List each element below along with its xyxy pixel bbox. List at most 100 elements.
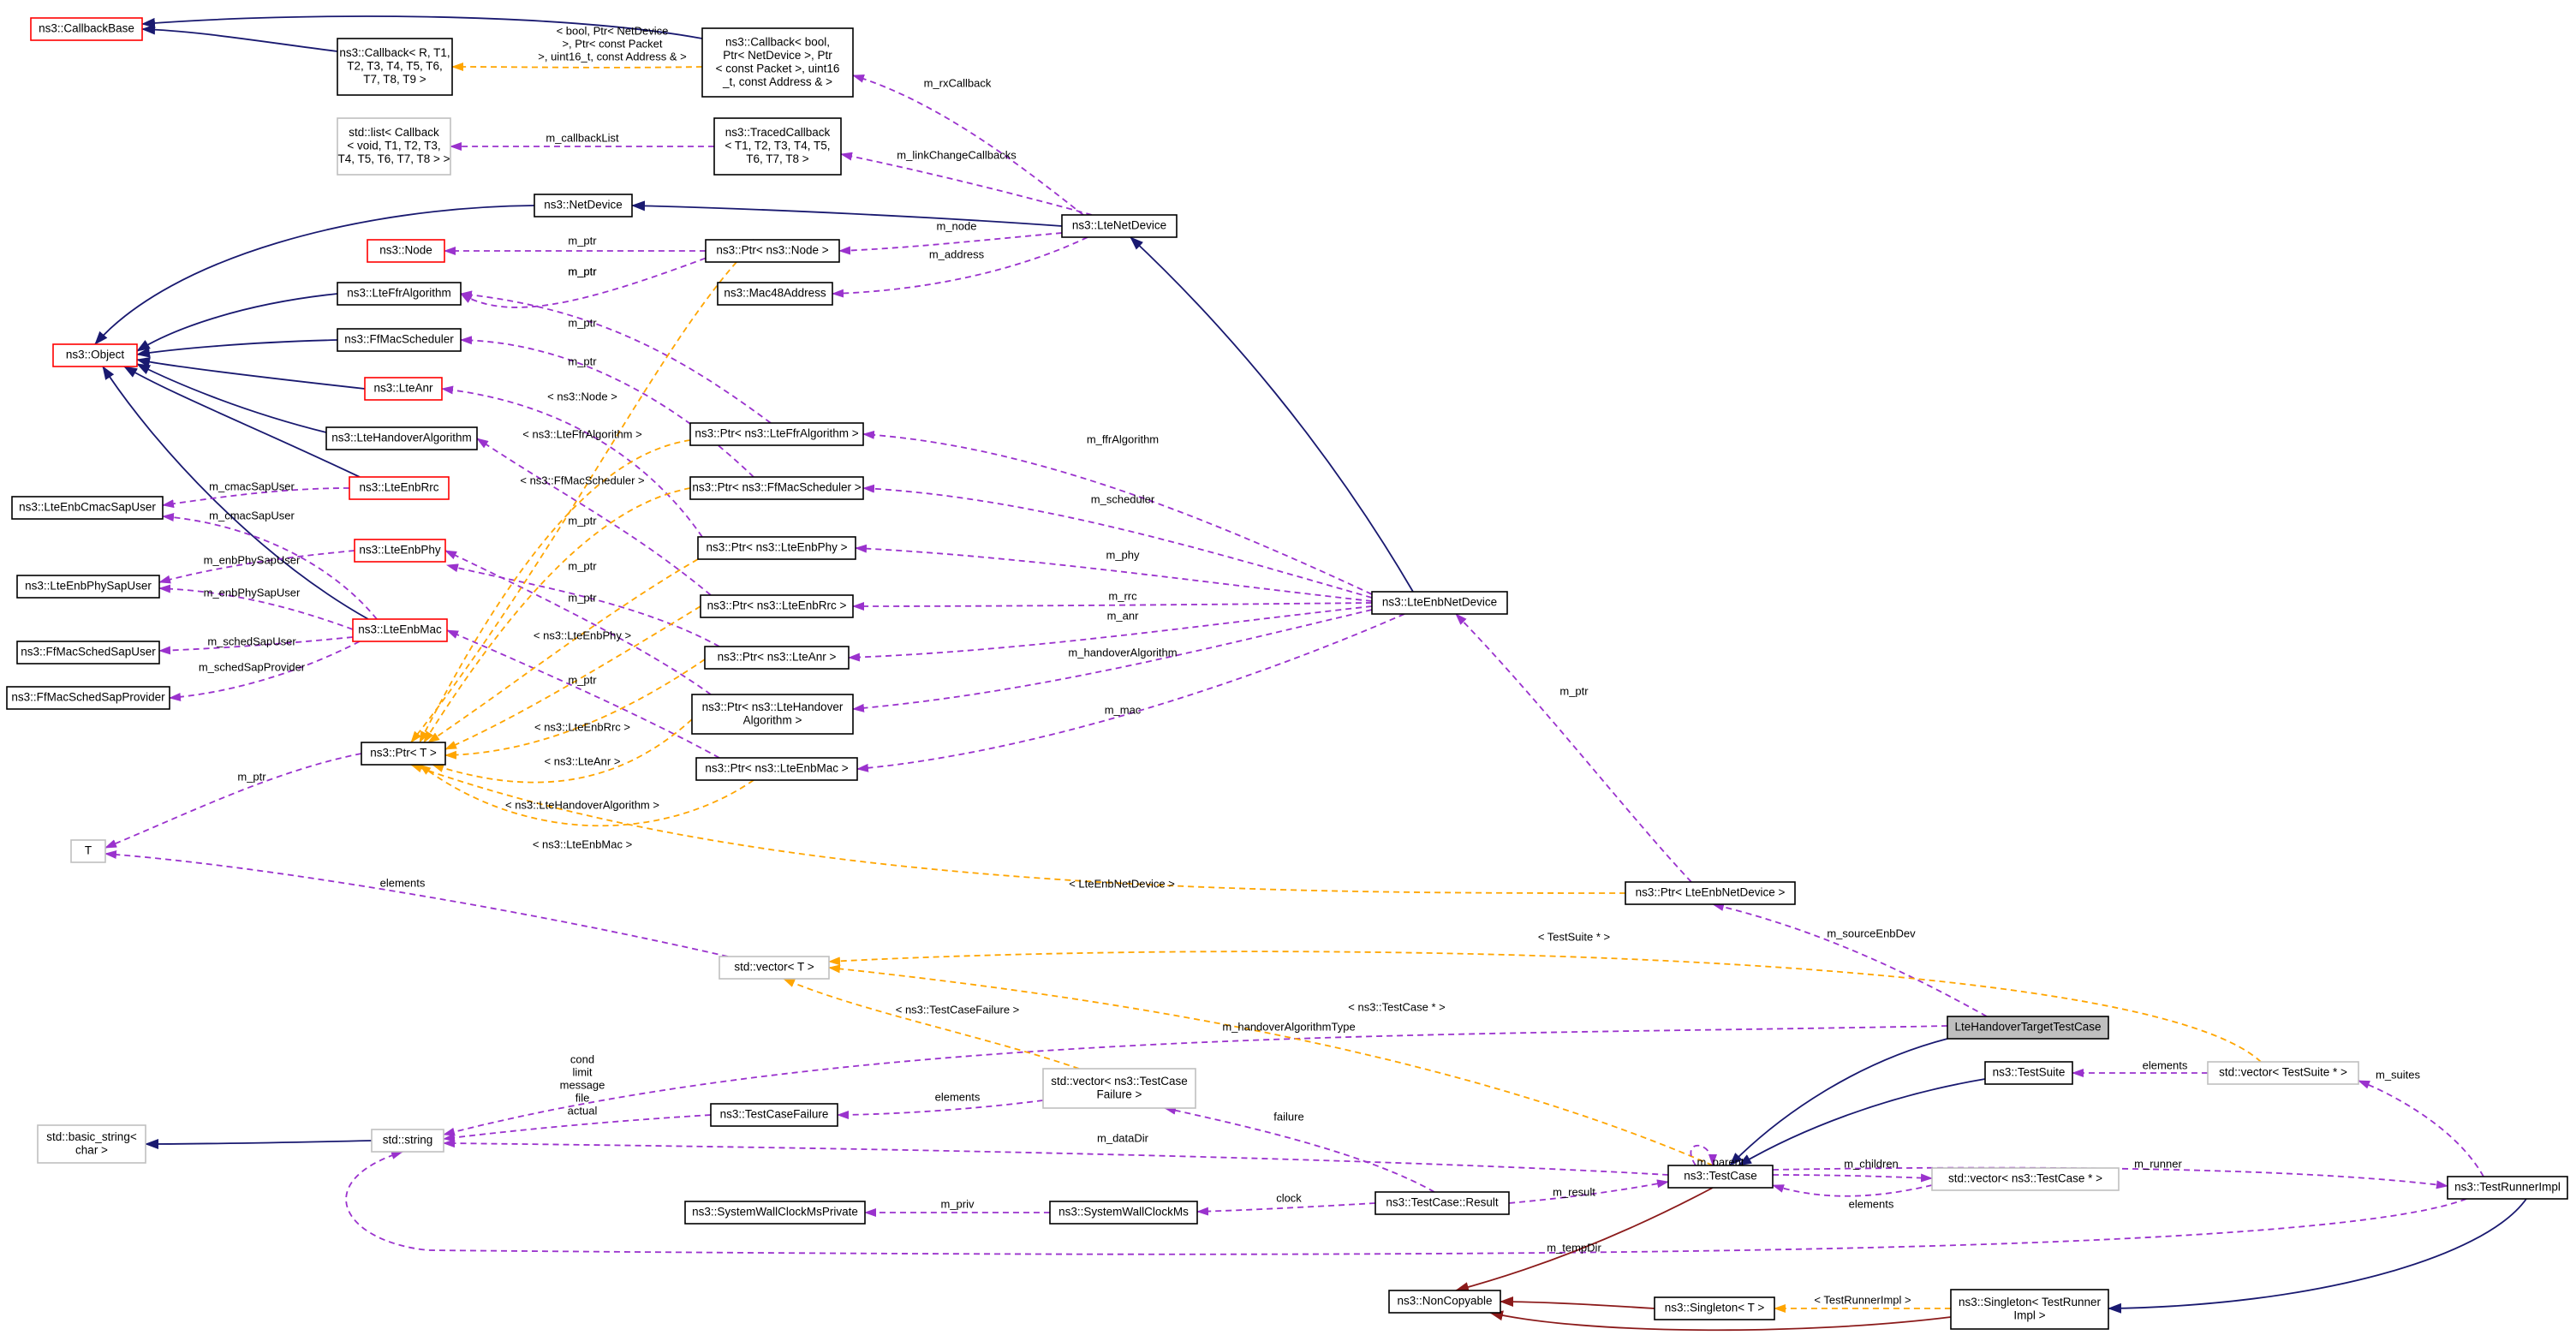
class-node-stdlist-callback[interactable]: std::list< Callback< void, T1, T2, T3,T4… (337, 117, 451, 176)
edge-label-mac-tpl: < ns3::LteEnbMac > (533, 837, 632, 850)
class-node-testcasefailure[interactable]: ns3::TestCaseFailure (710, 1103, 838, 1127)
class-node-ptr-phy[interactable]: ns3::Ptr< ns3::LteEnbPhy > (697, 536, 856, 560)
class-node-stdvector-testsuite[interactable]: std::vector< TestSuite * > (2207, 1061, 2359, 1085)
class-node-lteenbphy[interactable]: ns3::LteEnbPhy (354, 539, 446, 563)
edge-e58 (1738, 1078, 1986, 1166)
class-node-lteanr[interactable]: ns3::LteAnr (364, 377, 443, 401)
edge-e10 (832, 236, 1088, 298)
edge-e43 (427, 558, 699, 743)
class-node-singleton-runner[interactable]: ns3::Singleton< TestRunnerImpl > (1950, 1289, 2109, 1330)
class-name-text: ns3::FfMacSchedSapProvider (11, 691, 165, 704)
class-name-text: ns3::Ptr< ns3::Node > (716, 244, 828, 257)
class-node-callbackbase[interactable]: ns3::CallbackBase (30, 17, 143, 41)
edge-label-m-node: m_node (937, 219, 977, 232)
edge-e3 (451, 63, 703, 72)
class-node-ltenetdevice[interactable]: ns3::LteNetDevice (1061, 214, 1178, 238)
edge-label-elements: elements (2143, 1058, 2188, 1071)
class-node-ptr-rrc[interactable]: ns3::Ptr< ns3::LteEnbRrc > (700, 594, 854, 618)
class-node-ffmacsched[interactable]: ns3::FfMacScheduler (337, 328, 462, 352)
class-node-lteenbmac[interactable]: ns3::LteEnbMac (352, 618, 448, 642)
class-node-testsuite[interactable]: ns3::TestSuite (1984, 1061, 2073, 1085)
edge-label-m-enbPhySapUser: m_enbPhySapUser (204, 553, 301, 566)
class-node-stdvector-testcase[interactable]: std::vector< ns3::TestCase * > (1931, 1167, 2120, 1191)
class-name-text: T2, T3, T4, T5, T6, (347, 60, 443, 73)
edge-label-elements: elements (380, 876, 426, 889)
class-node-cmacsapuser[interactable]: ns3::LteEnbCmacSapUser (11, 496, 164, 520)
class-node-mac48[interactable]: ns3::Mac48Address (717, 282, 833, 306)
edge-label-string-fields: file (575, 1091, 590, 1104)
class-node-callback-generic[interactable]: ns3::Callback< R, T1,T2, T3, T4, T5, T6,… (337, 38, 453, 96)
class-name-text: ns3::Ptr< ns3::LteFfrAlgorithm > (695, 427, 858, 440)
class-node-ptr-sched[interactable]: ns3::Ptr< ns3::FfMacScheduler > (689, 476, 864, 500)
edge-label-m-runner: m_runner (2134, 1157, 2182, 1170)
edge-label-m-ptr: m_ptr (568, 559, 597, 572)
class-name-text: ns3::Callback< bool, (725, 35, 830, 48)
class-node-ptr-handover[interactable]: ns3::Ptr< ns3::LteHandoverAlgorithm > (691, 694, 854, 735)
edge-label-runner-tpl: < TestRunnerImpl > (1814, 1293, 1911, 1306)
edge-e33 (460, 290, 772, 424)
edge-e56 (828, 964, 1714, 1166)
class-name-text: T7, T8, T9 > (363, 73, 426, 86)
class-node-stdvector-t[interactable]: std::vector< T > (719, 956, 830, 980)
class-node-ffschedsapprov[interactable]: ns3::FfMacSchedSapProvider (6, 686, 170, 710)
class-node-ptr-node[interactable]: ns3::Ptr< ns3::Node > (705, 239, 840, 263)
edge-label-string-fields: message (560, 1078, 605, 1091)
edge-label-m-suites: m_suites (2376, 1068, 2421, 1081)
edge-label-m-sourceEnbDev: m_sourceEnbDev (1827, 927, 1916, 939)
edge-e15 (136, 363, 327, 433)
class-node-ptr-lteenbnetdevice[interactable]: ns3::Ptr< LteEnbNetDevice > (1625, 881, 1796, 905)
edge-e52 (1712, 903, 1988, 1017)
class-node-t[interactable]: T (70, 839, 106, 863)
edge-label-m-address: m_address (929, 247, 985, 260)
class-name-text: Algorithm > (743, 713, 802, 726)
class-node-ptr-mac[interactable]: ns3::Ptr< ns3::LteEnbMac > (695, 757, 858, 781)
class-name-text: ns3::LteEnbCmacSapUser (19, 501, 156, 514)
class-name-text: std::vector< T > (734, 961, 814, 974)
class-node-callback-rx[interactable]: ns3::Callback< bool,Ptr< NetDevice >, Pt… (701, 27, 854, 98)
class-node-testrunnerimpl[interactable]: ns3::TestRunnerImpl (2447, 1176, 2568, 1200)
class-node-ptr-t[interactable]: ns3::Ptr< T > (361, 742, 446, 766)
class-node-lteenbrrc[interactable]: ns3::LteEnbRrc (349, 476, 450, 500)
class-name-text: ns3::LteAnr (373, 382, 433, 395)
class-name-text: std::list< Callback (349, 126, 439, 139)
class-node-target[interactable]: LteHandoverTargetTestCase (1947, 1016, 2109, 1040)
class-node-object[interactable]: ns3::Object (52, 343, 138, 367)
class-node-lteenbnetdevice[interactable]: ns3::LteEnbNetDevice (1371, 591, 1508, 615)
class-node-testcase-result[interactable]: ns3::TestCase::Result (1374, 1191, 1510, 1215)
class-node-swcm[interactable]: ns3::SystemWallClockMs (1049, 1201, 1198, 1225)
class-name-text: ns3::TestCase (1684, 1170, 1757, 1183)
class-node-node[interactable]: ns3::Node (367, 239, 445, 263)
class-name-text: ns3::Mac48Address (724, 287, 826, 300)
edge-e6 (840, 152, 1093, 216)
class-node-ltehandover[interactable]: ns3::LteHandoverAlgorithm (325, 426, 478, 450)
class-node-lteffr[interactable]: ns3::LteFfrAlgorithm (337, 282, 462, 306)
class-node-netdevice[interactable]: ns3::NetDevice (534, 194, 633, 218)
class-node-ptr-ffr[interactable]: ns3::Ptr< ns3::LteFfrAlgorithm > (689, 422, 864, 446)
class-node-swcmprivate[interactable]: ns3::SystemWallClockMsPrivate (684, 1201, 866, 1225)
class-name-text: ns3::LteFfrAlgorithm (347, 287, 451, 300)
edge-label-enbdev-tpl: < LteEnbNetDevice > (1069, 877, 1175, 890)
edge-e27 (852, 601, 1373, 611)
class-node-basic-string[interactable]: std::basic_string<char > (37, 1124, 146, 1164)
class-name-text: std::string (383, 1134, 433, 1147)
class-node-ptr-anr[interactable]: ns3::Ptr< ns3::LteAnr > (704, 646, 850, 670)
edge-e24 (862, 430, 1373, 595)
class-node-physapuser[interactable]: ns3::LteEnbPhySapUser (16, 575, 160, 599)
class-name-text: T6, T7, T8 > (746, 152, 809, 165)
class-name-text: < T1, T2, T3, T4, T5, (725, 140, 831, 152)
class-name-text: T (85, 844, 92, 857)
edge-label-testcase-tpl: < ns3::TestCase * > (1348, 1000, 1445, 1013)
class-name-text: T4, T5, T6, T7, T8 > > (337, 152, 450, 165)
class-node-tracedcallback[interactable]: ns3::TracedCallback< T1, T2, T3, T4, T5,… (713, 117, 842, 176)
class-node-testcase[interactable]: ns3::TestCase (1667, 1165, 1774, 1189)
edge-label-m-ptr: m_ptr (568, 355, 597, 367)
edge-e62 (443, 1114, 712, 1142)
edge-e49 (410, 764, 1626, 894)
class-name-text: ns3::LteEnbPhy (359, 544, 441, 557)
class-node-stdstring[interactable]: std::string (371, 1129, 444, 1153)
class-node-stdvector-failure[interactable]: std::vector< ns3::TestCaseFailure > (1042, 1068, 1196, 1109)
class-node-noncopyable[interactable]: ns3::NonCopyable (1388, 1290, 1501, 1314)
class-name-text: ns3::Singleton< TestRunner (1959, 1296, 2101, 1308)
class-node-singleton-t[interactable]: ns3::Singleton< T > (1654, 1296, 1775, 1320)
class-node-ffschedsapuser[interactable]: ns3::FfMacSchedSapUser (16, 641, 160, 665)
